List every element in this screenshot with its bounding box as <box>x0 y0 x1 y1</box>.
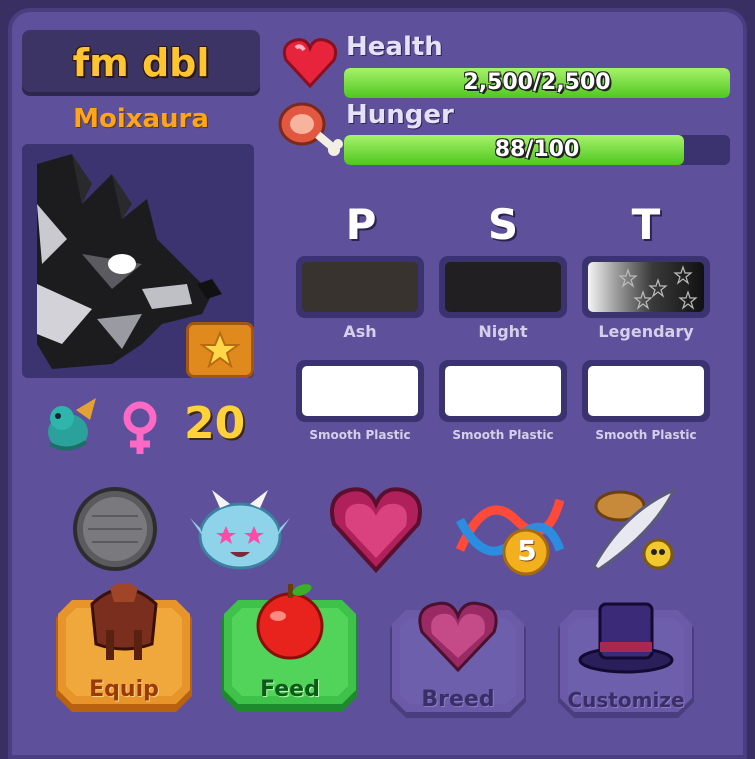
secondary-color-label: Night <box>478 322 528 341</box>
dna-level-text: 5 <box>517 534 537 567</box>
favorite-star-button[interactable] <box>186 322 254 378</box>
equip-label: Equip <box>89 677 159 702</box>
feed-label: Feed <box>260 677 320 702</box>
dna-5-icon[interactable]: 5 <box>455 490 565 584</box>
top-hat-icon <box>576 596 676 680</box>
equip-button[interactable]: Equip <box>54 583 194 712</box>
health-bar: 2,500/2,500 <box>344 68 730 98</box>
heart-gem-icon[interactable] <box>328 484 424 578</box>
pet-species: Moixaura <box>73 104 209 134</box>
secondary-header: S <box>487 200 519 249</box>
health-label: Health <box>346 32 443 62</box>
secondary-material <box>445 366 561 416</box>
blue-dragon-face-icon[interactable] <box>190 488 290 578</box>
breed-button[interactable]: Breed <box>388 601 528 718</box>
primary-color-label: Ash <box>343 322 377 341</box>
tertiary-header: T <box>631 200 661 249</box>
pet-name: fm dbl <box>72 41 210 85</box>
feather-hat-icon[interactable] <box>584 482 680 582</box>
hunger-label: Hunger <box>346 100 454 130</box>
primary-color-swatch[interactable] <box>296 256 424 318</box>
health-value: 2,500/2,500 <box>463 70 611 95</box>
stars-pattern-icon <box>618 265 698 310</box>
heart-icon <box>282 36 338 92</box>
mini-dragon-icon <box>40 396 100 460</box>
metal-plate-icon[interactable] <box>72 486 158 576</box>
tertiary-color <box>588 262 704 312</box>
hunger-bar: 88/100 <box>344 135 730 165</box>
pet-level: 20 <box>184 398 246 449</box>
primary-material-label: Smooth Plastic <box>309 428 411 442</box>
tertiary-material <box>588 366 704 416</box>
breed-label: Breed <box>421 687 495 712</box>
customize-button[interactable]: Customize <box>556 602 696 718</box>
tertiary-material-label: Smooth Plastic <box>595 428 697 442</box>
primary-material-swatch[interactable] <box>296 360 424 422</box>
feed-button[interactable]: Feed <box>220 584 360 712</box>
pet-name-box[interactable]: fm dbl <box>22 30 260 96</box>
secondary-color <box>445 262 561 312</box>
tertiary-material-swatch[interactable] <box>582 360 710 422</box>
star-icon <box>200 331 240 369</box>
heart-gem-breed-icon <box>416 598 500 678</box>
primary-header: P <box>345 200 377 249</box>
customize-label: Customize <box>567 688 685 712</box>
meat-icon <box>276 98 344 164</box>
female-icon <box>118 400 162 460</box>
tertiary-color-label: Legendary <box>598 322 694 341</box>
tertiary-color-swatch[interactable] <box>582 256 710 318</box>
secondary-material-swatch[interactable] <box>439 360 567 422</box>
primary-color <box>302 262 418 312</box>
primary-material <box>302 366 418 416</box>
secondary-material-label: Smooth Plastic <box>452 428 554 442</box>
hunger-value: 88/100 <box>494 137 580 162</box>
apple-icon <box>250 580 330 664</box>
secondary-color-swatch[interactable] <box>439 256 567 318</box>
saddle-icon <box>82 574 166 668</box>
